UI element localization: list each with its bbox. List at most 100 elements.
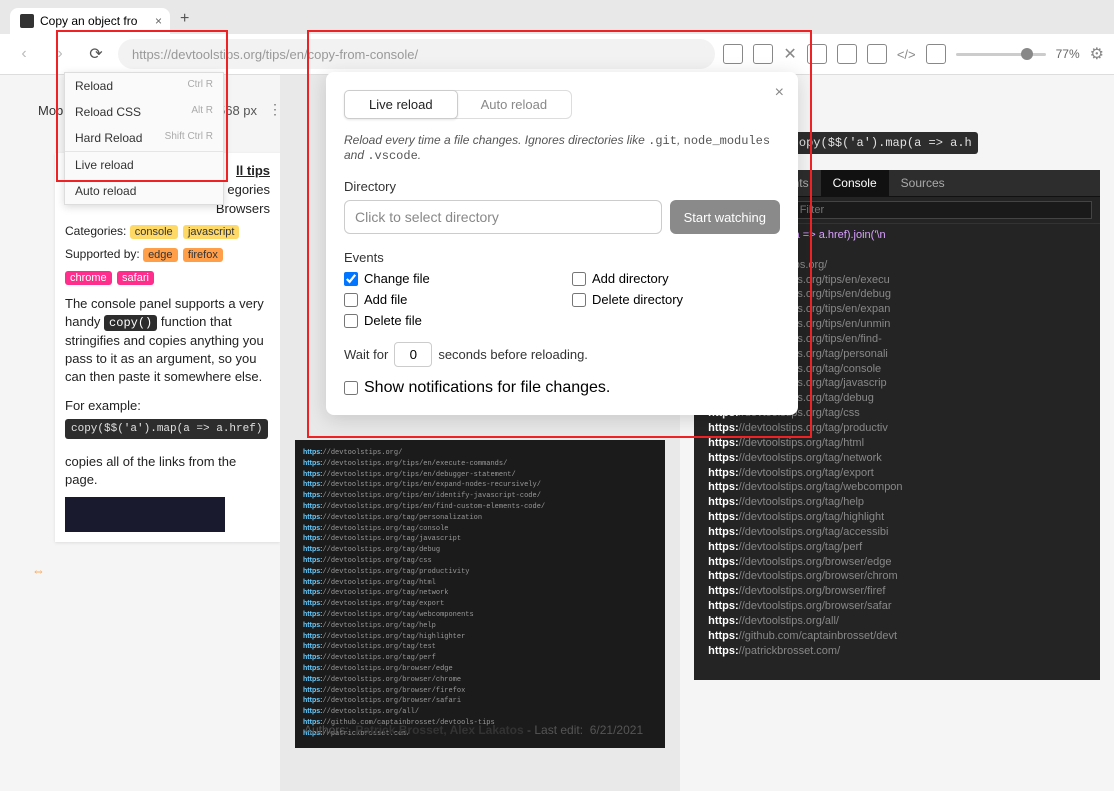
menu-reload[interactable]: ReloadCtrl R bbox=[65, 73, 223, 99]
console-url-line: https://devtoolstips.org/tag/perf bbox=[702, 540, 1092, 555]
address-bar[interactable]: https://devtoolstips.org/tips/en/copy-fr… bbox=[118, 39, 715, 69]
back-button[interactable]: ‹ bbox=[10, 40, 38, 68]
live-reload-panel: × Live reload Auto reload Reload every t… bbox=[326, 72, 798, 415]
share-icon[interactable] bbox=[867, 44, 887, 64]
tag-firefox[interactable]: firefox bbox=[183, 248, 223, 262]
tag-javascript[interactable]: javascript bbox=[183, 225, 239, 239]
mid-url-line: https://devtoolstips.org/tag/debug bbox=[303, 545, 657, 556]
check-change-file[interactable]: Change file bbox=[344, 271, 552, 286]
code-right: copy($$('a').map(a => a.h bbox=[786, 132, 978, 154]
console-url-line: https://devtoolstips.org/tag/html bbox=[702, 436, 1092, 451]
mid-url-line: https://devtoolstips.org/browser/edge bbox=[303, 664, 657, 675]
check-show-notifications[interactable]: Show notifications for file changes. bbox=[344, 379, 780, 397]
tag-safari[interactable]: safari bbox=[117, 271, 154, 285]
tab-console[interactable]: Console bbox=[821, 170, 889, 196]
console-url-line: https://patrickbrosset.com/ bbox=[702, 644, 1092, 659]
menu-reload-css[interactable]: Reload CSSAlt R bbox=[65, 99, 223, 125]
mid-url-line: https://devtoolstips.org/tips/en/execute… bbox=[303, 459, 657, 470]
wait-row: Wait for seconds before reloading. bbox=[344, 342, 780, 367]
console-url-line: https://github.com/captainbrosset/devt bbox=[702, 629, 1092, 644]
reload-context-menu: ReloadCtrl R Reload CSSAlt R Hard Reload… bbox=[64, 72, 224, 205]
console-filter[interactable] bbox=[793, 201, 1092, 219]
menu-hard-reload[interactable]: Hard ReloadShift Ctrl R bbox=[65, 125, 223, 152]
mid-url-line: https://devtoolstips.org/tag/perf bbox=[303, 653, 657, 664]
close-icon[interactable]: × bbox=[775, 84, 784, 102]
tag-console[interactable]: console bbox=[130, 225, 178, 239]
tab-sources[interactable]: Sources bbox=[889, 170, 957, 196]
directory-input[interactable]: Click to select directory bbox=[344, 200, 662, 234]
code-example: copy($$('a').map(a => a.href) bbox=[65, 419, 268, 439]
new-tab-button[interactable]: + bbox=[170, 4, 199, 34]
browser-chrome: Copy an object fro × + ‹ › ⟳ https://dev… bbox=[0, 0, 1114, 75]
for-example-label: For example: bbox=[65, 397, 270, 415]
reload-button[interactable]: ⟳ bbox=[82, 40, 110, 68]
tag-edge[interactable]: edge bbox=[143, 248, 177, 262]
mid-url-line: https://devtoolstips.org/tag/network bbox=[303, 588, 657, 599]
events-label: Events bbox=[344, 250, 780, 265]
mid-url-line: https://devtoolstips.org/tag/webcomponen… bbox=[303, 610, 657, 621]
toolbar: ‹ › ⟳ https://devtoolstips.org/tips/en/c… bbox=[0, 34, 1114, 74]
console-url-line: https://devtoolstips.org/tag/webcompon bbox=[702, 480, 1092, 495]
menu-auto-reload[interactable]: Auto reload bbox=[65, 178, 223, 204]
mid-url-line: https://devtoolstips.org/tag/test bbox=[303, 642, 657, 653]
console-url-line: https://devtoolstips.org/tag/help bbox=[702, 495, 1092, 510]
mid-url-line: https://devtoolstips.org/tips/en/expand-… bbox=[303, 480, 657, 491]
start-watching-button[interactable]: Start watching bbox=[670, 200, 780, 234]
authors-line: Authors: Patrick Brosset, Alex Lakatos -… bbox=[304, 723, 643, 737]
console-url-line: https://devtoolstips.org/tag/productiv bbox=[702, 421, 1092, 436]
mid-url-line: https://devtoolstips.org/tips/en/identif… bbox=[303, 491, 657, 502]
supported-label: Supported by: bbox=[65, 247, 140, 261]
article-para1: The console panel supports a very handy … bbox=[65, 295, 270, 387]
categories-row: Categories: console javascript bbox=[65, 224, 270, 239]
mid-url-line: https://devtoolstips.org/all/ bbox=[303, 707, 657, 718]
zoom-thumb[interactable] bbox=[1021, 48, 1033, 60]
mid-url-line: https://devtoolstips.org/browser/firefox bbox=[303, 686, 657, 697]
check-del-dir[interactable]: Delete directory bbox=[572, 292, 780, 307]
close-icon[interactable]: × bbox=[155, 14, 162, 28]
zoom-value: 77% bbox=[1056, 47, 1080, 61]
copy-fn: copy() bbox=[104, 315, 157, 331]
mid-url-line: https://devtoolstips.org/tips/en/debugge… bbox=[303, 470, 657, 481]
mid-url-line: https://devtoolstips.org/ bbox=[303, 448, 657, 459]
supported-row: Supported by: edge firefox bbox=[65, 247, 270, 262]
close-panel-icon[interactable]: ✕ bbox=[783, 44, 796, 64]
code-icon[interactable]: </> bbox=[897, 47, 916, 62]
settings-icon[interactable]: ⚙ bbox=[1090, 44, 1104, 64]
mid-url-line: https://devtoolstips.org/tag/highlighter bbox=[303, 632, 657, 643]
check-add-file[interactable]: Add file bbox=[344, 292, 552, 307]
tab-auto-reload[interactable]: Auto reload bbox=[457, 91, 572, 118]
mid-url-line: https://devtoolstips.org/tag/help bbox=[303, 621, 657, 632]
console-url-line: https://devtoolstips.org/tag/network bbox=[702, 451, 1092, 466]
tag-chrome[interactable]: chrome bbox=[65, 271, 112, 285]
tab-live-reload[interactable]: Live reload bbox=[344, 90, 458, 119]
mid-url-line: https://devtoolstips.org/tag/productivit… bbox=[303, 567, 657, 578]
article-screenshot bbox=[65, 497, 225, 532]
mid-url-line: https://devtoolstips.org/browser/safari bbox=[303, 696, 657, 707]
console-url-line: https://devtoolstips.org/tag/accessibi bbox=[702, 525, 1092, 540]
sidebar-icon[interactable] bbox=[926, 44, 946, 64]
check-add-dir[interactable]: Add directory bbox=[572, 271, 780, 286]
resize-handle-icon[interactable]: ⇔ bbox=[32, 563, 45, 578]
wait-seconds-input[interactable] bbox=[394, 342, 432, 367]
extension-icon[interactable] bbox=[723, 44, 743, 64]
console-url-line: https://devtoolstips.org/tag/highlight bbox=[702, 510, 1092, 525]
console-url-line: https://devtoolstips.org/browser/chrom bbox=[702, 569, 1092, 584]
console-url-line: https://devtoolstips.org/browser/firef bbox=[702, 584, 1092, 599]
article-card: ll tips egories Browsers Categories: con… bbox=[55, 153, 280, 542]
browser-tab[interactable]: Copy an object fro × bbox=[10, 8, 170, 34]
panel-description: Reload every time a file changes. Ignore… bbox=[344, 133, 780, 163]
mid-url-line: https://devtoolstips.org/tag/console bbox=[303, 524, 657, 535]
camera-icon[interactable] bbox=[837, 44, 857, 64]
mid-url-line: https://devtoolstips.org/tag/personaliza… bbox=[303, 513, 657, 524]
events-grid: Change file Add directory Add file Delet… bbox=[344, 271, 780, 328]
menu-live-reload[interactable]: Live reload bbox=[65, 152, 223, 178]
categories-label: Categories: bbox=[65, 224, 126, 238]
check-del-file[interactable]: Delete file bbox=[344, 313, 552, 328]
toolbar-icons: ✕ </> 77% ⚙ bbox=[723, 44, 1104, 64]
reload-mode-tabs: Live reload Auto reload bbox=[344, 90, 572, 119]
zoom-slider[interactable] bbox=[956, 53, 1046, 56]
edit-icon[interactable] bbox=[753, 44, 773, 64]
tab-bar: Copy an object fro × + bbox=[0, 0, 1114, 34]
grid-icon[interactable] bbox=[807, 44, 827, 64]
mid-console-output: https://devtoolstips.org/https://devtool… bbox=[295, 440, 665, 748]
